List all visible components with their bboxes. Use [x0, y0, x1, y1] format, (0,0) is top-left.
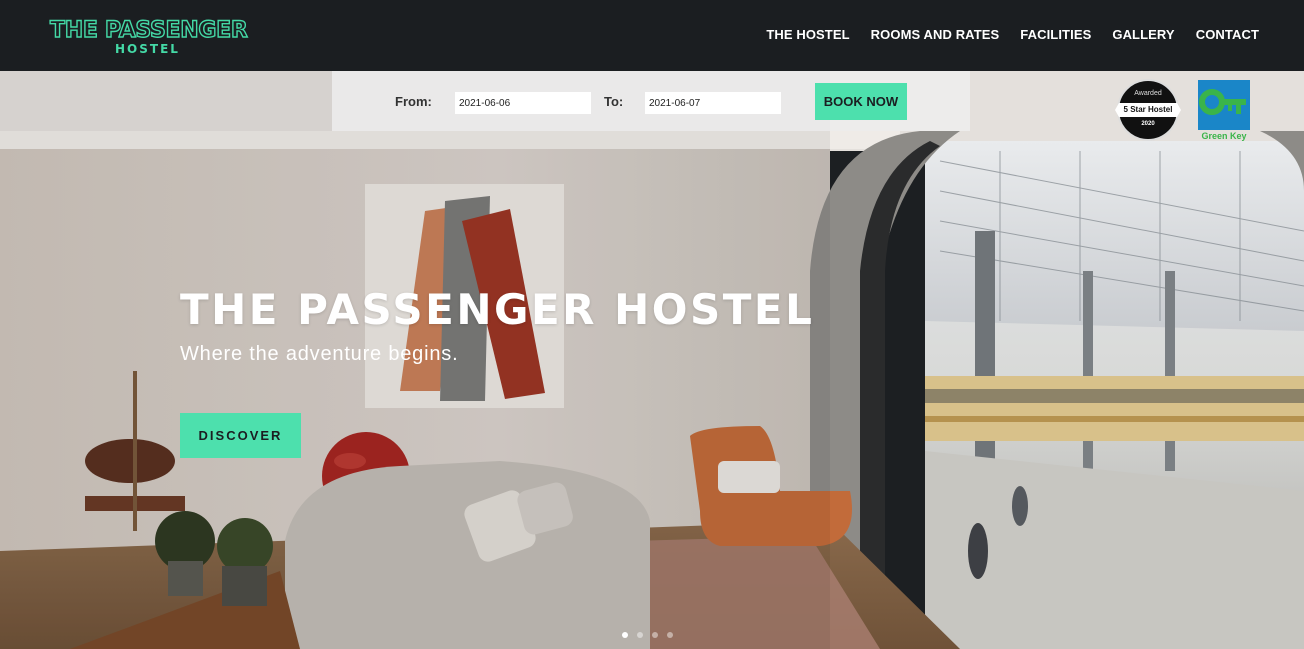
to-label: To: [604, 94, 624, 109]
logo-title: THE PASSENGER [49, 17, 248, 43]
main-nav: THE HOSTEL ROOMS AND RATES FACILITIES GA… [766, 27, 1259, 42]
booking-bar: From: To: BOOK NOW [332, 71, 970, 131]
slider-dots [622, 632, 673, 638]
top-navigation-bar: THE PASSENGER HOSTEL THE HOSTEL ROOMS AN… [0, 0, 1304, 71]
slider-dot[interactable] [667, 632, 673, 638]
discover-button[interactable]: DISCOVER [180, 413, 301, 458]
green-key-badge[interactable]: Green Key [1198, 80, 1250, 144]
five-star-hostel-badge[interactable]: Awarded 5 Star Hostel 2020 [1115, 79, 1181, 141]
hero-subtitle: Where the adventure begins. [180, 343, 459, 365]
from-date-input[interactable] [455, 92, 591, 114]
slider-dot[interactable] [652, 632, 658, 638]
to-date-input[interactable] [645, 92, 781, 114]
green-key-label: Green Key [1201, 131, 1247, 141]
badge-year: 2020 [1141, 121, 1155, 127]
nav-item-facilities[interactable]: FACILITIES [1020, 27, 1091, 42]
badge-title: 5 Star Hostel [1115, 103, 1181, 117]
badge-awarded-text: Awarded [1134, 90, 1162, 97]
book-now-button[interactable]: BOOK NOW [815, 83, 907, 120]
site-logo[interactable]: THE PASSENGER HOSTEL [49, 17, 250, 56]
nav-item-the-hostel[interactable]: THE HOSTEL [766, 27, 849, 42]
hero-slider: From: To: BOOK NOW Awarded 5 Star Hostel… [0, 71, 1304, 649]
logo-subtitle: HOSTEL [115, 42, 180, 56]
slider-dot[interactable] [622, 632, 628, 638]
slider-dot[interactable] [637, 632, 643, 638]
nav-item-gallery[interactable]: GALLERY [1112, 27, 1174, 42]
nav-item-rooms-and-rates[interactable]: ROOMS AND RATES [871, 27, 1000, 42]
from-label: From: [395, 94, 432, 109]
key-icon [1198, 80, 1250, 130]
nav-item-contact[interactable]: CONTACT [1196, 27, 1259, 42]
hero-title: THE PASSENGER HOSTEL [180, 285, 815, 334]
